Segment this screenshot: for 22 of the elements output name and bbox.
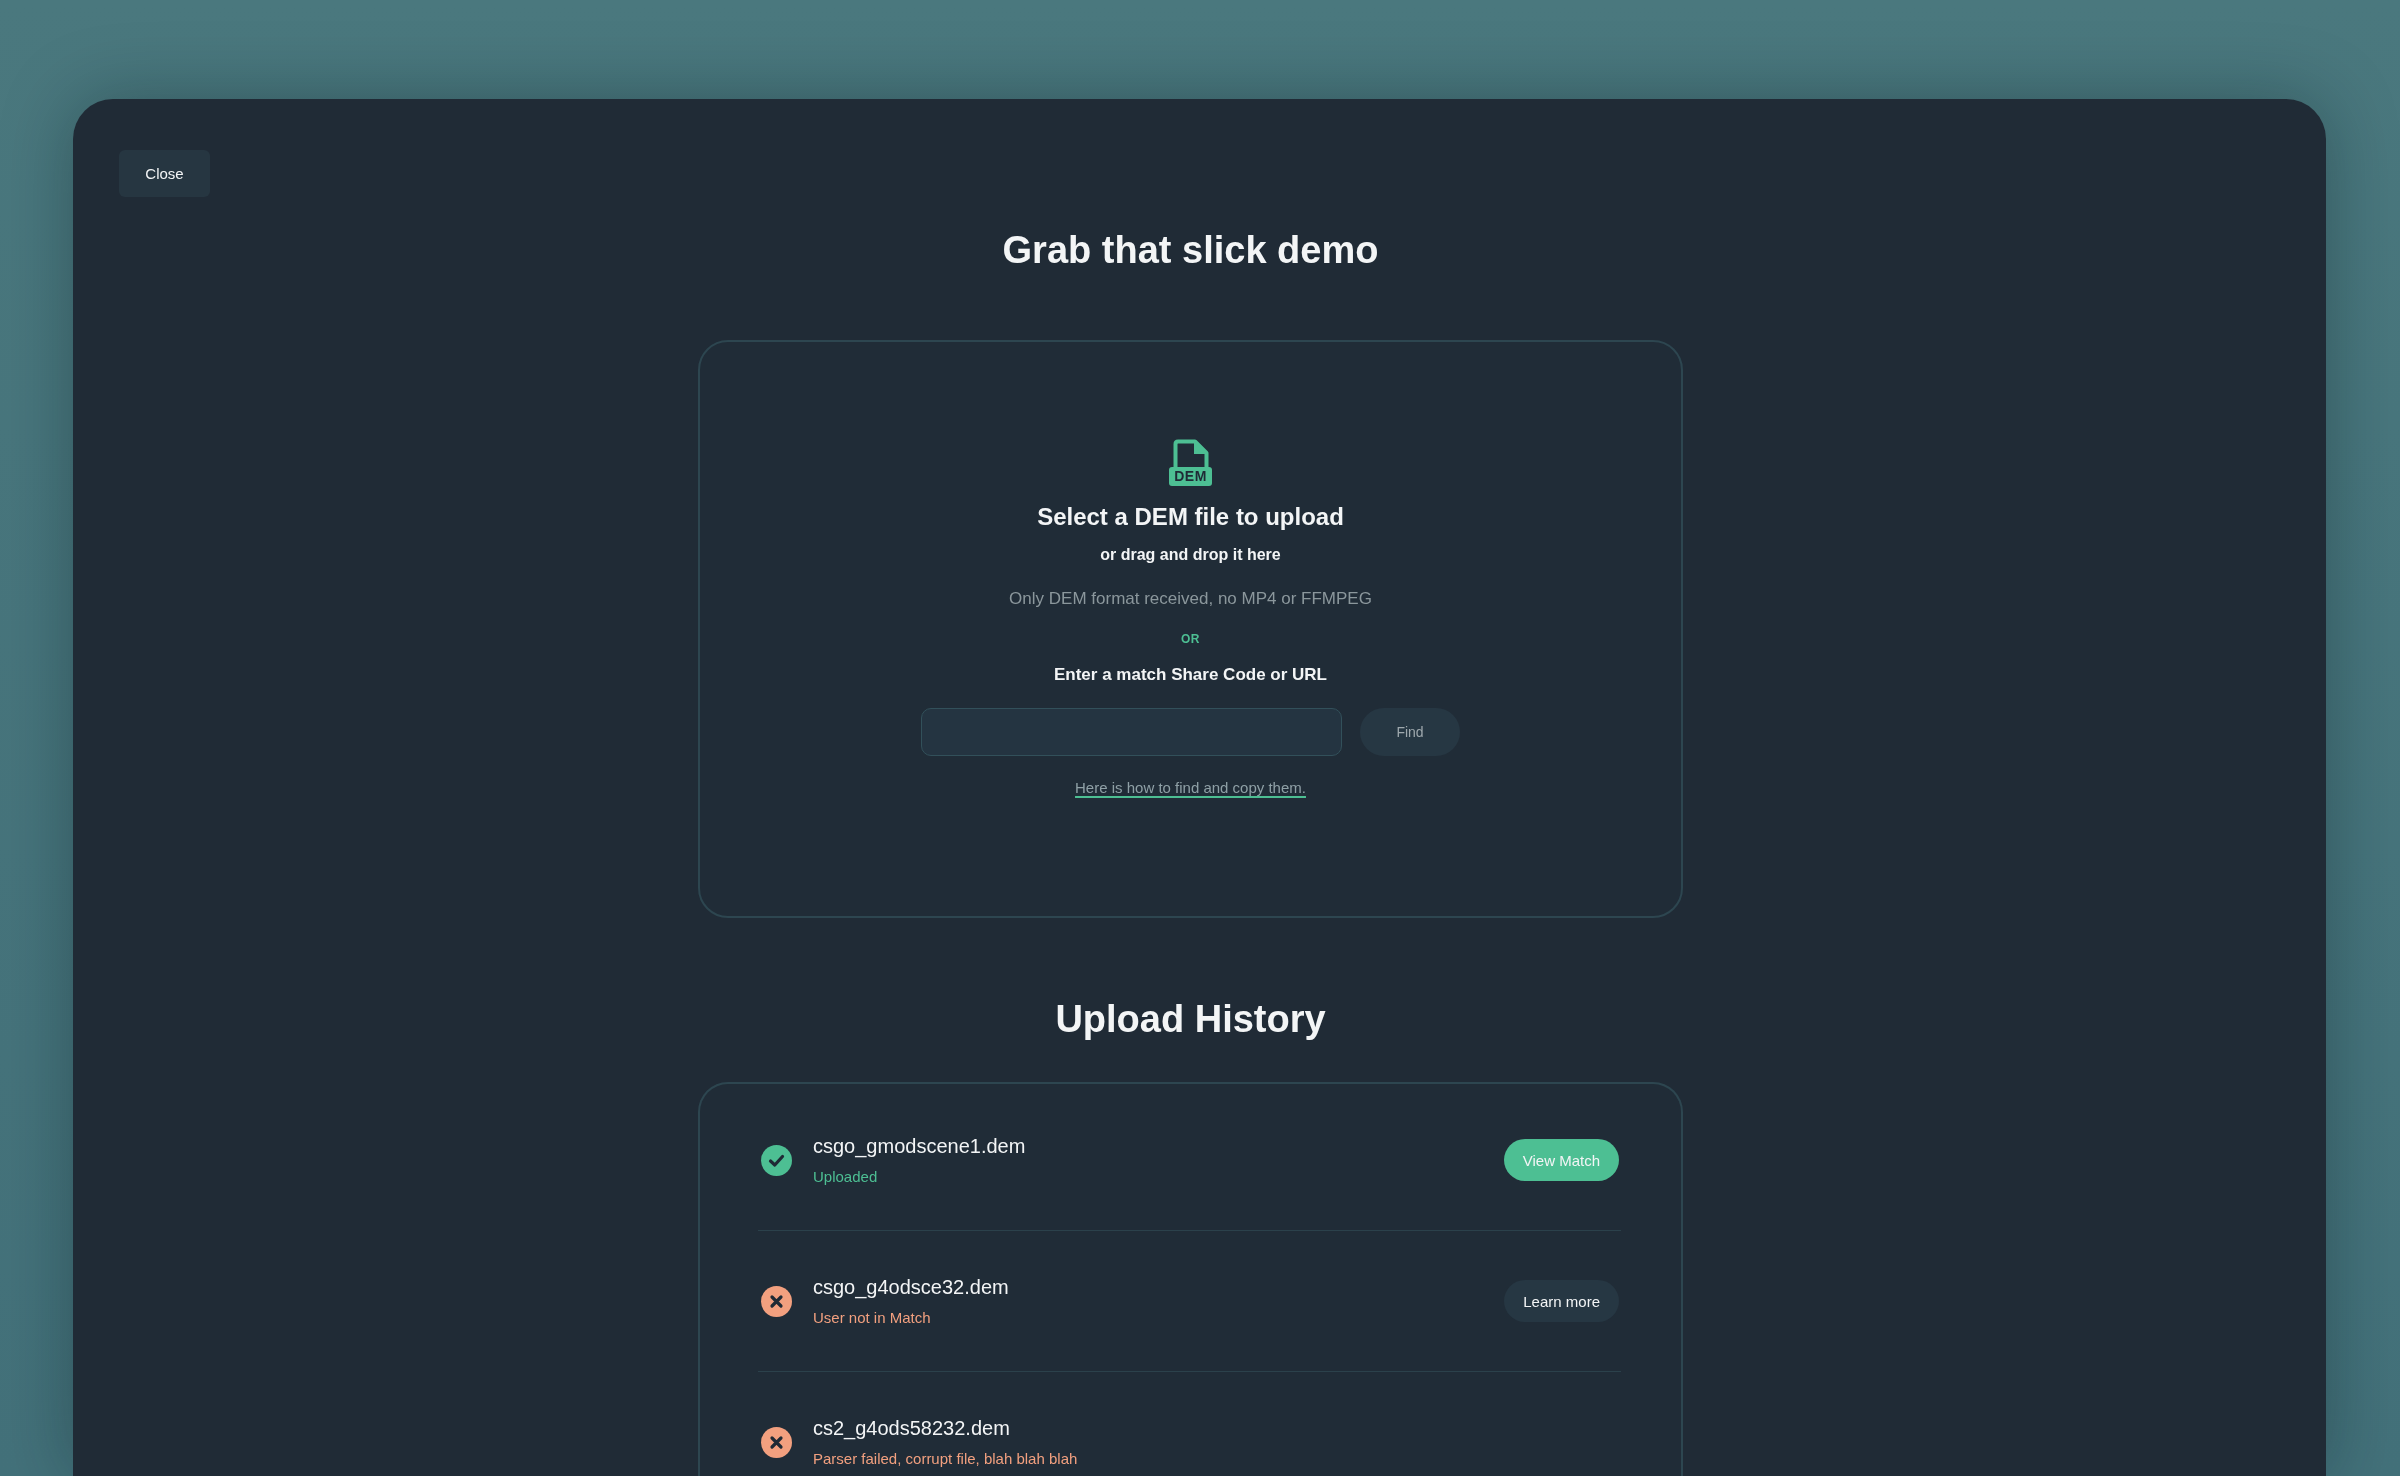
upload-status: User not in Match xyxy=(813,1309,931,1327)
action-button[interactable]: Learn more xyxy=(1504,1280,1619,1322)
upload-subheading: or drag and drop it here xyxy=(1100,545,1281,565)
share-code-label: Enter a match Share Code or URL xyxy=(1054,664,1327,686)
share-code-input[interactable] xyxy=(921,708,1342,756)
upload-status: Parser failed, corrupt file, blah blah blah xyxy=(813,1450,1078,1468)
close-button[interactable]: Close xyxy=(119,150,210,197)
upload-heading: Select a DEM file to upload xyxy=(1037,502,1344,532)
help-link[interactable]: Here is how to find and copy them. xyxy=(1075,778,1306,798)
or-separator: OR xyxy=(1181,631,1200,647)
file-name: csgo_gmodscene1.dem xyxy=(813,1134,1026,1158)
format-note: Only DEM format received, no MP4 or FFMPEG xyxy=(1009,588,1372,610)
x-circle-icon xyxy=(761,1426,792,1458)
upload-status: Uploaded xyxy=(813,1168,878,1186)
page-title: Grab that slick demo xyxy=(1002,228,1379,273)
check-circle-icon xyxy=(761,1144,792,1176)
file-name: csgo_g4odsce32.dem xyxy=(813,1275,1009,1299)
x-circle-icon xyxy=(761,1285,792,1317)
file-name: cs2_g4ods58232.dem xyxy=(813,1416,1010,1440)
file-type-badge: DEM xyxy=(1169,467,1212,486)
section-title: Upload History xyxy=(1055,997,1326,1042)
file-icon xyxy=(1172,439,1209,469)
